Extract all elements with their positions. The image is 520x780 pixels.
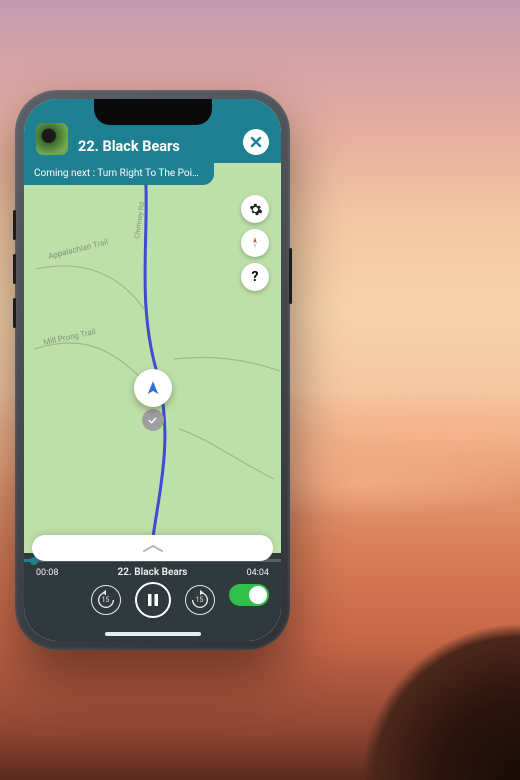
phone-notch [94, 99, 212, 125]
close-icon [250, 136, 262, 148]
close-button[interactable] [243, 129, 269, 155]
navigation-arrow-icon [144, 379, 162, 397]
map-settings-button[interactable] [241, 195, 269, 223]
forward-amount: 15 [196, 596, 204, 604]
player-track-title: 22. Black Bears [118, 567, 188, 578]
toggle-knob [249, 586, 267, 604]
autoplay-toggle[interactable] [229, 584, 269, 606]
check-icon [147, 415, 158, 426]
play-pause-button[interactable] [135, 582, 171, 618]
question-icon: ? [252, 269, 259, 285]
bottom-sheet-handle[interactable] [32, 535, 273, 561]
track-title: 22. Black Bears [78, 138, 233, 155]
track-thumbnail[interactable] [36, 123, 68, 155]
forward-15-button[interactable]: 15 [185, 585, 215, 615]
phone-frame: Appalachian Trail Mill Prong Trail Chimn… [15, 90, 290, 650]
chevron-up-icon [142, 543, 164, 553]
map-help-button[interactable]: ? [241, 263, 269, 291]
gear-icon [248, 202, 263, 217]
rewind-15-button[interactable]: 15 [91, 585, 121, 615]
home-indicator[interactable] [105, 632, 201, 636]
checkpoint-badge [142, 409, 164, 431]
phone-screen: Appalachian Trail Mill Prong Trail Chimn… [24, 99, 281, 641]
total-time: 04:04 [247, 568, 269, 578]
rewind-amount: 15 [102, 596, 110, 604]
elapsed-time: 00:08 [36, 568, 58, 578]
up-next-banner[interactable]: Coming next : Turn Right To The Poin... [24, 163, 214, 185]
compass-icon [248, 236, 262, 250]
map-compass-button[interactable] [241, 229, 269, 257]
pause-icon [146, 593, 160, 607]
recenter-button[interactable] [134, 369, 172, 407]
audio-player: 00:08 22. Black Bears 04:04 15 15 [24, 553, 281, 641]
